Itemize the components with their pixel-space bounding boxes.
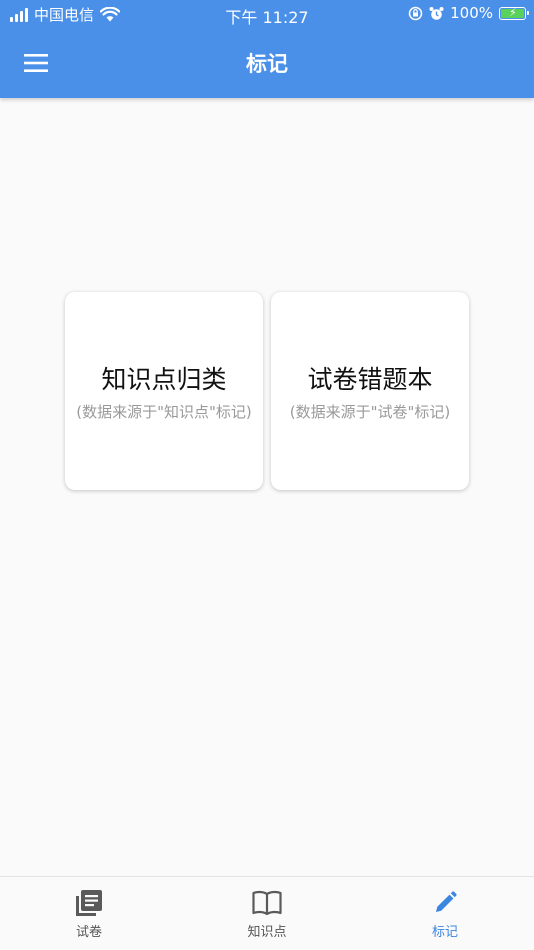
status-bar: 中国电信 下午 11:27 100% ⚡ xyxy=(0,0,534,28)
tab-label: 知识点 xyxy=(247,925,287,940)
card-subtitle: (数据来源于"试卷"标记) xyxy=(289,402,451,421)
tab-marks[interactable]: 标记 xyxy=(356,877,534,950)
bottom-nav: 试卷 知识点 标记 xyxy=(0,876,534,950)
card-title: 知识点归类 xyxy=(101,364,227,394)
orientation-lock-icon xyxy=(408,6,423,20)
article-icon xyxy=(76,890,102,916)
page-title: 标记 xyxy=(246,52,288,76)
exam-mistake-book-card[interactable]: 试卷错题本 (数据来源于"试卷"标记) xyxy=(271,292,469,490)
battery-icon: ⚡ xyxy=(499,6,529,20)
tab-label: 标记 xyxy=(431,925,458,940)
app-bar: 标记 xyxy=(0,28,534,98)
alarm-icon xyxy=(429,6,444,20)
tab-knowledge[interactable]: 知识点 xyxy=(178,877,356,950)
tab-label: 试卷 xyxy=(75,925,102,940)
header: 中国电信 下午 11:27 100% ⚡ 标记 xyxy=(0,0,534,98)
pencil-icon xyxy=(436,891,457,912)
card-subtitle: (数据来源于"知识点"标记) xyxy=(76,402,252,421)
tab-exam[interactable]: 试卷 xyxy=(0,877,178,950)
knowledge-classification-card[interactable]: 知识点归类 (数据来源于"知识点"标记) xyxy=(65,292,263,490)
status-right: 100% ⚡ xyxy=(408,4,529,22)
card-title: 试卷错题本 xyxy=(307,364,433,394)
book-icon xyxy=(252,890,282,916)
battery-percentage: 100% xyxy=(450,4,493,22)
